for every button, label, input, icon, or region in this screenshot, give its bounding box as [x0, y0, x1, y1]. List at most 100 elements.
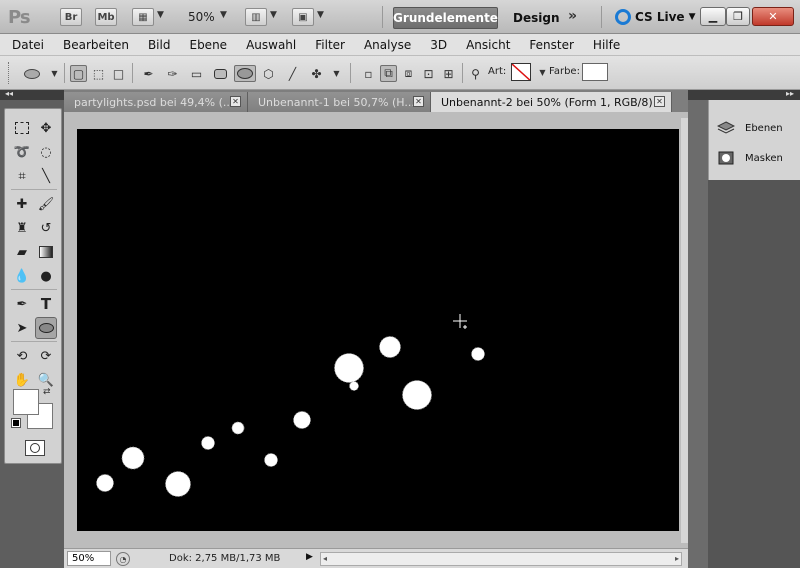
tool-preset-picker[interactable] [20, 65, 44, 82]
expand-panels-icon[interactable]: ▸▸ [786, 89, 794, 98]
clone-stamp-tool[interactable]: ♜ [11, 217, 33, 239]
crop-tool[interactable]: ⌗ [11, 165, 33, 187]
quick-mask-button[interactable] [25, 440, 45, 456]
healing-brush-tool[interactable]: ✚ [11, 193, 33, 215]
polygon-tool-button[interactable]: ⬡ [260, 65, 277, 82]
preset-dropdown-icon[interactable]: ▼ [46, 65, 63, 82]
style-swatch-none[interactable] [511, 63, 531, 81]
subtract-mode-button[interactable]: ⧈ [400, 65, 417, 82]
tab-unbenannt-1[interactable]: Unbenannt-1 bei 50,7% (H... ✕ [248, 92, 431, 112]
default-colors-icon[interactable] [11, 418, 21, 428]
screen-mode-dropdown-icon[interactable]: ▼ [317, 10, 324, 20]
close-tab-icon[interactable]: ✕ [230, 96, 241, 107]
rectangle-tool-button[interactable]: ▭ [188, 65, 205, 82]
arrange-dropdown-icon[interactable]: ▼ [270, 10, 277, 20]
move-tool[interactable]: ✥ [35, 117, 57, 139]
menu-bild[interactable]: Bild [148, 38, 171, 52]
panel-ebenen[interactable]: Ebenen [709, 114, 800, 142]
application-bar: Ps Br Mb ▦ ▼ 50% ▼ ▥ ▼ ▣ ▼ Grundelemente… [0, 0, 800, 34]
shape-layers-button[interactable]: ▢ [70, 65, 87, 82]
status-zoom-field[interactable]: 50% [67, 551, 111, 566]
mini-bridge-button[interactable]: Mb [95, 8, 117, 26]
rounded-rectangle-button[interactable] [212, 65, 229, 82]
3d-orbit-tool[interactable]: ⟳ [35, 345, 57, 367]
restore-button[interactable]: ❐ [726, 7, 750, 26]
zoom-dropdown-icon[interactable]: ▼ [220, 10, 227, 20]
scroll-right-icon[interactable]: ▸ [675, 554, 679, 563]
status-info-icon[interactable]: ◔ [116, 552, 130, 566]
dodge-tool[interactable]: ● [35, 265, 57, 287]
menu-3d[interactable]: 3D [430, 38, 447, 52]
eraser-tool[interactable]: ▰ [11, 241, 33, 263]
arrange-documents-button[interactable]: ▥ [245, 8, 267, 26]
lasso-tool[interactable]: ➰ [11, 141, 33, 163]
collapse-toolbar-icon[interactable]: ◂◂ [5, 89, 13, 98]
brush-tool[interactable]: 🖌 [35, 193, 57, 215]
ellipse-icon [237, 68, 253, 79]
path-selection-tool[interactable]: ➤ [11, 317, 33, 339]
menu-datei[interactable]: Datei [12, 38, 44, 52]
new-layer-mode-button[interactable]: ▫ [360, 65, 377, 82]
options-grip[interactable] [8, 62, 10, 84]
line-tool-button[interactable]: ╱ [284, 65, 301, 82]
workspace-grundelemente-button[interactable]: Grundelemente [393, 7, 498, 29]
exclude-mode-button[interactable]: ⊞ [440, 65, 457, 82]
rectangle-icon: ▭ [190, 66, 203, 81]
quick-selection-tool[interactable]: ◌ [35, 141, 57, 163]
document-canvas[interactable] [77, 129, 679, 531]
fill-pixels-button[interactable]: □ [110, 65, 127, 82]
minimize-button[interactable]: ▁ [700, 7, 726, 26]
history-brush-tool[interactable]: ↺ [35, 217, 57, 239]
menu-hilfe[interactable]: Hilfe [593, 38, 620, 52]
scroll-left-icon[interactable]: ◂ [323, 554, 327, 563]
intersect-mode-button[interactable]: ⊡ [420, 65, 437, 82]
shape-dropdown-icon[interactable]: ▼ [328, 65, 345, 82]
tab-partylights[interactable]: partylights.psd bei 49,4% (... ✕ [64, 92, 248, 112]
cs-live-button[interactable]: CS Live ▼ [615, 9, 696, 25]
hand-tool[interactable]: ✋ [11, 369, 33, 391]
workspace-design-button[interactable]: Design [513, 11, 560, 25]
add-mode-button[interactable]: ⧉ [380, 65, 397, 82]
swap-colors-icon[interactable]: ⇄ [43, 387, 51, 397]
3d-rotate-tool[interactable]: ⟲ [11, 345, 33, 367]
view-extras-button[interactable]: ▦ [132, 8, 154, 26]
pen-tool-button[interactable]: ✒ [140, 65, 157, 82]
vertical-scrollbar[interactable] [681, 118, 688, 543]
link-style-button[interactable]: ⚲ [467, 65, 484, 82]
bridge-button[interactable]: Br [60, 8, 82, 26]
tab-unbenannt-2[interactable]: Unbenannt-2 bei 50% (Form 1, RGB/8) * ✕ [431, 92, 672, 112]
menu-ebene[interactable]: Ebene [189, 38, 227, 52]
close-window-button[interactable]: ✕ [752, 7, 794, 26]
view-extras-dropdown-icon[interactable]: ▼ [157, 10, 164, 20]
type-tool[interactable]: T [35, 293, 57, 315]
paths-button[interactable]: ⬚ [90, 65, 107, 82]
ellipse-shape-tool[interactable] [35, 317, 57, 339]
eyedropper-tool[interactable]: ╲ [35, 165, 57, 187]
menu-ansicht[interactable]: Ansicht [466, 38, 510, 52]
ellipse-tool-button[interactable] [234, 65, 256, 82]
close-tab-icon[interactable]: ✕ [413, 96, 424, 107]
zoom-level[interactable]: 50% [188, 10, 215, 24]
polygon-icon: ⬡ [263, 66, 274, 81]
color-swatch[interactable] [582, 63, 608, 81]
custom-shape-icon: ✤ [311, 66, 322, 81]
screen-mode-button[interactable]: ▣ [292, 8, 314, 26]
foreground-color-swatch[interactable] [13, 389, 39, 415]
menu-bearbeiten[interactable]: Bearbeiten [63, 38, 129, 52]
pen-tool[interactable]: ✒ [11, 293, 33, 315]
cs-live-label: CS Live [635, 10, 685, 24]
menu-auswahl[interactable]: Auswahl [246, 38, 296, 52]
marquee-tool[interactable] [11, 117, 33, 139]
close-tab-icon[interactable]: ✕ [654, 96, 665, 107]
horizontal-scrollbar[interactable]: ◂ ▸ [320, 552, 682, 566]
status-menu-arrow-icon[interactable]: ▶ [306, 552, 313, 562]
menu-filter[interactable]: Filter [315, 38, 345, 52]
gradient-tool[interactable] [35, 241, 57, 263]
workspace-more-button[interactable]: » [568, 8, 577, 24]
blur-tool[interactable]: 💧 [11, 265, 33, 287]
menu-analyse[interactable]: Analyse [364, 38, 411, 52]
freeform-pen-button[interactable]: ✑ [164, 65, 181, 82]
panel-masken[interactable]: Masken [709, 144, 800, 172]
menu-fenster[interactable]: Fenster [529, 38, 574, 52]
custom-shape-button[interactable]: ✤ [308, 65, 325, 82]
